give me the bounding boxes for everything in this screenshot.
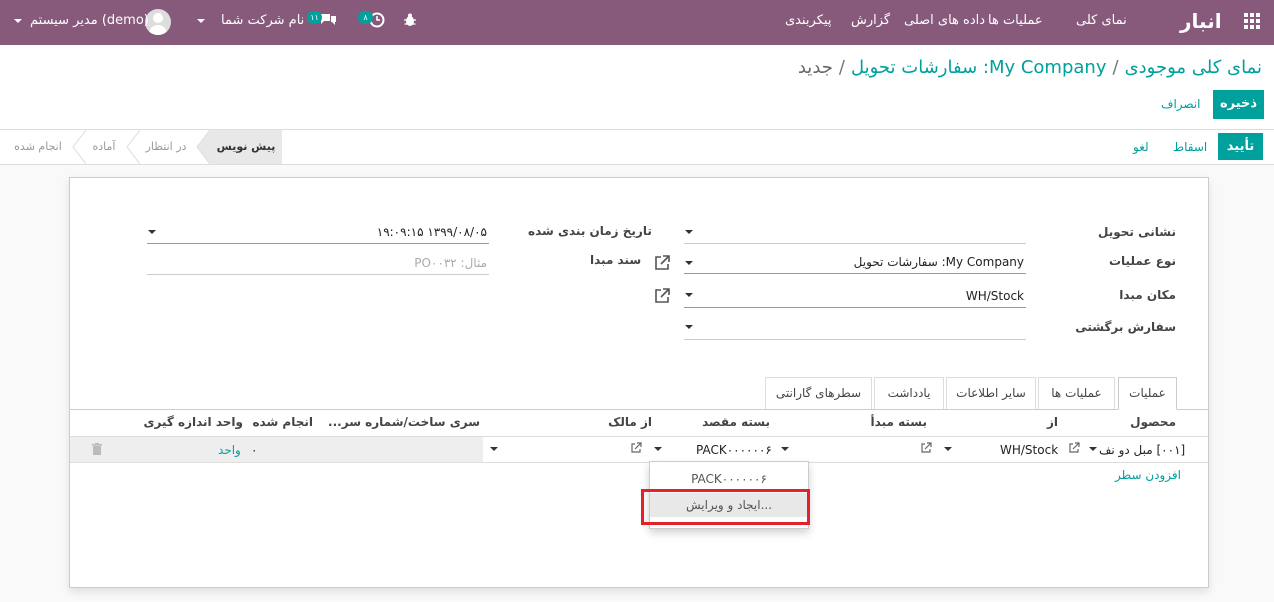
tab-operations[interactable]: عملیات	[1118, 377, 1177, 410]
form-sheet: نشانی تحویل نوع عملیات مکان مبدا سفارش ب…	[69, 177, 1209, 588]
scrap-button[interactable]: اسقاط	[1173, 140, 1207, 154]
scheduled-date-input[interactable]: ۱۳۹۹/۰۸/۰۵ ۱۹:۰۹:۱۵	[147, 220, 489, 244]
tab-detailed-operations[interactable]: عملیات ها	[1038, 377, 1115, 409]
top-navbar: انبار نمای کلی عملیات ها داده های اصلی گ…	[0, 0, 1274, 45]
save-button[interactable]: ذخیره	[1213, 90, 1264, 119]
external-link-icon[interactable]	[653, 254, 671, 272]
source-location-input[interactable]: WH/Stock	[684, 284, 1026, 308]
breadcrumb-current: جدید	[797, 57, 833, 78]
scheduled-date-caret-icon[interactable]	[148, 230, 156, 234]
source-document-input[interactable]: مثال: PO۰۰۳۲	[147, 251, 489, 275]
stage-waiting[interactable]: در انتظار	[138, 130, 194, 164]
owner-input[interactable]	[484, 437, 624, 463]
col-source-package[interactable]: بسته مبدأ	[871, 415, 927, 429]
from-location-value: WH/Stock	[1000, 443, 1059, 457]
uom-value[interactable]: واحد	[218, 437, 241, 463]
source-document-label: سند مبدا	[590, 253, 642, 267]
done-value: ۰	[251, 443, 258, 457]
dest-package-value: PACK۰۰۰۰۰۰۶	[696, 443, 772, 457]
return-order-caret-icon[interactable]	[685, 325, 693, 329]
tabs-underline	[70, 409, 1208, 410]
external-link-icon[interactable]	[1068, 442, 1080, 454]
from-location-caret-icon[interactable]	[944, 447, 952, 451]
operation-type-caret-icon[interactable]	[685, 261, 693, 265]
col-done[interactable]: انجام شده	[252, 415, 313, 429]
scheduled-date-label: تاریخ زمان بندی شده	[528, 224, 652, 238]
messages-badge: ۱۱	[307, 11, 322, 24]
col-product[interactable]: محصول	[1130, 415, 1176, 429]
menu-master-data[interactable]: داده های اصلی	[904, 13, 985, 28]
menu-operations[interactable]: عملیات ها	[988, 13, 1043, 28]
menu-overview[interactable]: نمای کلی	[1076, 13, 1127, 28]
breadcrumb: نمای کلی موجودی/My Company: سفارشات تحوی…	[798, 57, 1262, 78]
return-order-label: سفارش برگشتی	[1075, 320, 1176, 334]
user-caret-icon	[14, 19, 22, 23]
breadcrumb-parent[interactable]: My Company: سفارشات تحویل	[851, 57, 1107, 78]
source-location-caret-icon[interactable]	[685, 293, 693, 297]
dropdown-option-package[interactable]: PACK۰۰۰۰۰۰۶	[650, 467, 808, 491]
company-caret-icon	[197, 19, 205, 23]
trash-icon[interactable]	[91, 443, 103, 456]
tab-other-info[interactable]: سایر اطلاعات	[946, 377, 1036, 409]
stage-done[interactable]: انجام شده	[8, 130, 68, 164]
annotation-highlight-box	[641, 489, 810, 525]
col-uom[interactable]: واحد اندازه گیری	[143, 415, 243, 429]
breadcrumb-root[interactable]: نمای کلی موجودی	[1125, 57, 1262, 78]
delivery-address-caret-icon[interactable]	[685, 230, 693, 234]
apps-grid-icon[interactable]	[1244, 13, 1262, 31]
col-dest-package[interactable]: بسته مقصد	[702, 415, 770, 429]
return-order-input[interactable]	[684, 316, 1026, 340]
row-divider	[70, 462, 1208, 463]
breadcrumb-separator: /	[838, 57, 845, 78]
stage-arrow-divider	[72, 130, 86, 164]
tab-note[interactable]: یادداشت	[874, 377, 944, 409]
delivery-address-label: نشانی تحویل	[1098, 225, 1176, 239]
external-link-icon[interactable]	[653, 287, 671, 305]
owner-caret-icon[interactable]	[490, 447, 498, 451]
operation-type-label: نوع عملیات	[1108, 254, 1176, 268]
activities-badge: ۸	[358, 11, 373, 24]
stage-arrow-divider	[196, 130, 210, 164]
lot-cell-bg	[338, 437, 483, 463]
col-lot-serial[interactable]: سری ساخت/شماره سر...	[328, 415, 480, 429]
validate-button[interactable]: تأیید	[1218, 133, 1263, 160]
col-from[interactable]: از	[1047, 415, 1058, 429]
tab-warranty-lines[interactable]: سطرهای گارانتی	[765, 377, 872, 409]
control-panel: نمای کلی موجودی/My Company: سفارشات تحوی…	[0, 45, 1274, 130]
menu-configuration[interactable]: پیکربندی	[785, 13, 831, 28]
dest-package-caret-icon[interactable]	[654, 447, 662, 451]
user-avatar[interactable]	[145, 9, 171, 35]
delivery-address-input[interactable]	[684, 220, 1026, 244]
external-link-icon[interactable]	[920, 442, 932, 454]
col-owner[interactable]: از مالک	[608, 415, 652, 429]
menu-reporting[interactable]: گزارش	[851, 13, 890, 28]
stage-ready[interactable]: آماده	[84, 130, 124, 164]
cancel-button[interactable]: لغو	[1133, 140, 1149, 154]
stage-draft[interactable]: پیش نویس	[210, 130, 282, 164]
product-value: [۰۰۱] مبل دو نف	[1099, 443, 1186, 457]
breadcrumb-separator: /	[1112, 57, 1119, 78]
operation-type-input[interactable]: My Company: سفارشات تحویل	[684, 250, 1026, 274]
company-switcher[interactable]: نام شرکت شما	[221, 13, 304, 28]
add-line-link[interactable]: افزودن سطر	[1115, 468, 1181, 482]
done-input[interactable]	[248, 437, 337, 463]
stage-arrow-divider	[126, 130, 140, 164]
source-location-label: مکان مبدا	[1119, 288, 1176, 302]
app-title: انبار	[1180, 9, 1222, 33]
bug-icon[interactable]	[402, 12, 418, 28]
source-package-caret-icon[interactable]	[781, 447, 789, 451]
source-package-input[interactable]	[776, 437, 916, 463]
discard-button[interactable]: انصراف	[1161, 97, 1200, 111]
messages-chat-icon[interactable]	[319, 12, 337, 28]
status-bar: تأیید اسقاط لغو پیش نویس در انتظار آماده…	[0, 130, 1274, 165]
external-link-icon[interactable]	[630, 442, 642, 454]
user-menu[interactable]: مدیر سیستم (demo)	[30, 13, 149, 28]
